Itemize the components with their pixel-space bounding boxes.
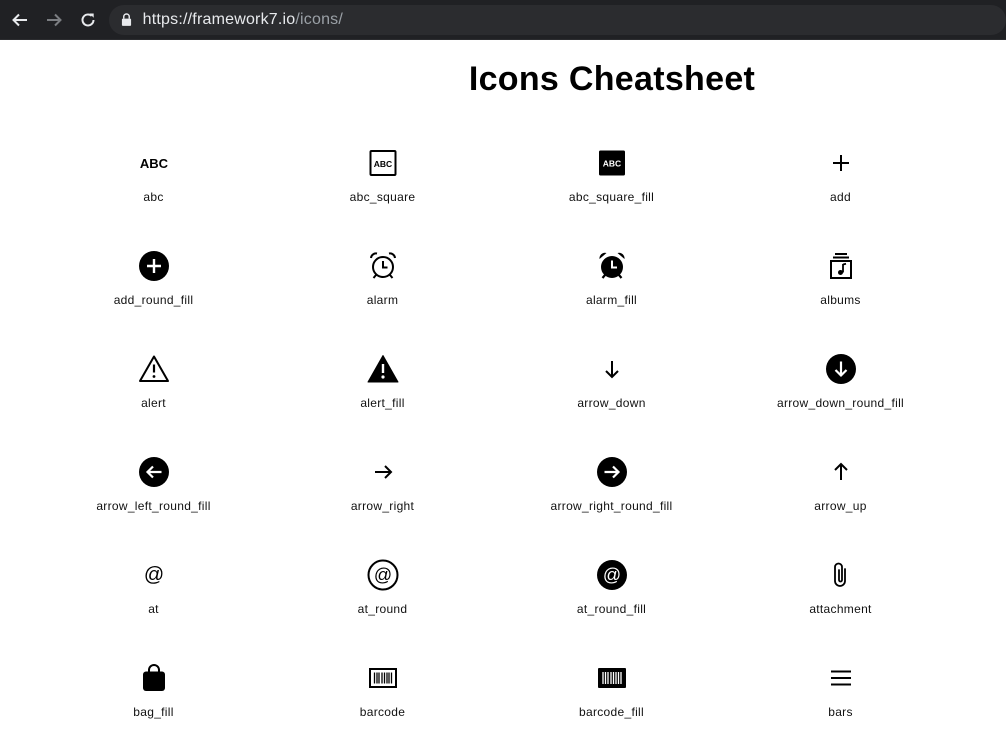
alert-icon — [138, 353, 170, 385]
arrow-left-round-fill-icon — [138, 456, 170, 488]
icon-cell-at-round-fill[interactable]: @ at_round_fill — [497, 542, 726, 645]
alarm-icon — [367, 250, 399, 282]
alert-fill-icon — [367, 353, 399, 385]
icon-label: add_round_fill — [113, 293, 194, 307]
address-bar[interactable]: https://framework7.io/icons/ — [108, 4, 1006, 35]
icon-label: at_round_fill — [576, 602, 647, 616]
icon-label: arrow_down — [577, 396, 646, 410]
back-button[interactable] — [3, 0, 37, 40]
icon-label: bars — [828, 705, 853, 719]
add-round-fill-icon — [138, 250, 170, 282]
icon-label: arrow_up — [814, 499, 867, 513]
icon-cell-arrow-down-round-fill[interactable]: arrow_down_round_fill — [726, 336, 955, 439]
icon-cell-abc[interactable]: ABC abc — [39, 130, 268, 233]
reload-button[interactable] — [71, 0, 105, 40]
icon-cell-barcode-fill[interactable]: barcode_fill — [497, 645, 726, 748]
icon-cell-alarm-fill[interactable]: alarm_fill — [497, 233, 726, 336]
icon-cell-at[interactable]: @ at — [39, 542, 268, 645]
icon-label: arrow_left_round_fill — [96, 499, 211, 513]
alarm-fill-icon — [596, 250, 628, 282]
icon-cell-arrow-left-round-fill[interactable]: arrow_left_round_fill — [39, 439, 268, 542]
arrow-down-round-fill-icon — [825, 353, 857, 385]
arrow-right-icon — [367, 456, 399, 488]
icon-cell-arrow-down[interactable]: arrow_down — [497, 336, 726, 439]
icon-cell-at-round[interactable]: @ at_round — [268, 542, 497, 645]
bars-icon — [825, 662, 857, 694]
arrow-right-round-fill-icon — [596, 456, 628, 488]
icon-cell-alert[interactable]: alert — [39, 336, 268, 439]
url-path: /icons/ — [295, 10, 344, 28]
icon-label: at_round — [357, 602, 408, 616]
icon-label: alert_fill — [360, 396, 405, 410]
icon-label: add — [830, 190, 851, 204]
reload-icon — [81, 12, 95, 26]
attachment-icon — [825, 559, 857, 591]
icon-label: barcode — [359, 705, 406, 719]
at-round-icon: @ — [367, 559, 399, 591]
icon-label: alarm_fill — [585, 293, 637, 307]
icon-cell-arrow-right-round-fill[interactable]: arrow_right_round_fill — [497, 439, 726, 542]
barcode-icon — [367, 662, 399, 694]
at-icon: @ — [138, 559, 170, 591]
icon-label: bag_fill — [133, 705, 174, 719]
page-title: Icons Cheatsheet — [468, 60, 756, 98]
add-icon — [825, 147, 857, 179]
svg-text:ABC: ABC — [602, 159, 620, 169]
bag-fill-icon — [138, 662, 170, 694]
arrow-right-icon — [46, 13, 62, 26]
svg-text:@: @ — [373, 565, 391, 585]
icon-label: abc — [143, 190, 164, 204]
abc-square-icon: ABC — [367, 147, 399, 179]
svg-text:ABC: ABC — [139, 156, 168, 171]
arrow-left-icon — [12, 13, 27, 26]
arrow-up-icon — [825, 456, 857, 488]
icon-label: arrow_down_round_fill — [776, 396, 905, 410]
lock-icon — [121, 13, 133, 27]
icon-cell-albums[interactable]: albums — [726, 233, 955, 336]
url-text: https://framework7.io/icons/ — [143, 11, 343, 29]
svg-text:ABC: ABC — [373, 159, 391, 169]
icon-cell-abc-square-fill[interactable]: ABC abc_square_fill — [497, 130, 726, 233]
browser-toolbar: https://framework7.io/icons/ — [0, 0, 1006, 40]
icon-cell-arrow-right[interactable]: arrow_right — [268, 439, 497, 542]
icon-cell-alert-fill[interactable]: alert_fill — [268, 336, 497, 439]
icon-cell-attachment[interactable]: attachment — [726, 542, 955, 645]
icon-grid: ABC abc ABC abc_square ABC abc_square_fill add… — [39, 130, 955, 748]
abc-icon: ABC — [138, 147, 170, 179]
icon-cell-barcode[interactable]: barcode — [268, 645, 497, 748]
icon-cell-add-round-fill[interactable]: add_round_fill — [39, 233, 268, 336]
icon-label: at — [148, 602, 159, 616]
icon-cell-alarm[interactable]: alarm — [268, 233, 497, 336]
at-round-fill-icon: @ — [596, 559, 628, 591]
icon-cell-bag-fill[interactable]: bag_fill — [39, 645, 268, 748]
icon-label: alarm — [366, 293, 399, 307]
icon-cell-bars[interactable]: bars — [726, 645, 955, 748]
icon-label: abc_square — [349, 190, 416, 204]
icon-cell-add[interactable]: add — [726, 130, 955, 233]
icon-label: barcode_fill — [579, 705, 644, 719]
icon-cell-abc-square[interactable]: ABC abc_square — [268, 130, 497, 233]
icon-label: alert — [141, 396, 166, 410]
icon-cell-arrow-up[interactable]: arrow_up — [726, 439, 955, 542]
url-host: https://framework7.io — [142, 10, 296, 28]
albums-icon — [825, 250, 857, 282]
forward-button[interactable] — [37, 0, 71, 40]
icon-label: attachment — [809, 602, 872, 616]
icon-label: abc_square_fill — [568, 190, 655, 204]
abc-square-fill-icon: ABC — [596, 147, 628, 179]
barcode-fill-icon — [596, 662, 628, 694]
icon-label: albums — [820, 293, 861, 307]
svg-text:@: @ — [602, 565, 620, 585]
svg-text:@: @ — [143, 564, 163, 586]
icon-label: arrow_right — [350, 499, 415, 513]
icon-label: arrow_right_round_fill — [550, 499, 673, 513]
arrow-down-icon — [596, 353, 628, 385]
